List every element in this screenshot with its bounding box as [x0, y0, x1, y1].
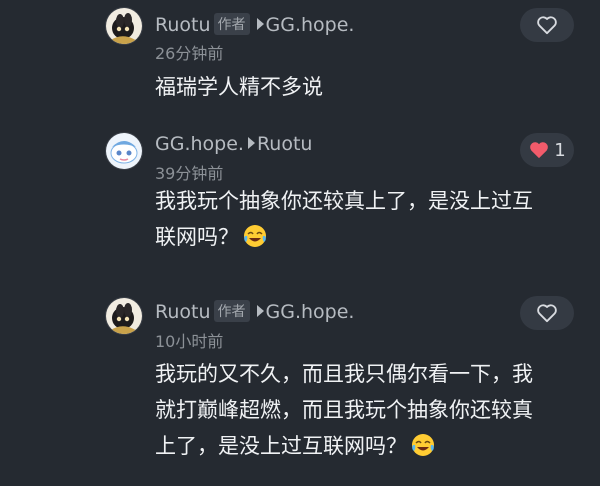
comment-header: Ruotu 作者 GG.hope.: [155, 300, 354, 323]
comment-text-line: 联网吗？: [155, 225, 239, 249]
reply-to-name[interactable]: Ruotu: [257, 133, 313, 155]
like-button[interactable]: [520, 296, 574, 330]
author-name[interactable]: Ruotu: [155, 14, 211, 36]
comment-time: 10小时前: [155, 332, 224, 351]
heart-outline-icon: [537, 16, 557, 35]
comment-text-line: 我玩的又不久，而且我只偶尔看一下，我: [155, 362, 533, 386]
like-button[interactable]: 1: [520, 133, 574, 167]
comment-header: Ruotu 作者 GG.hope.: [155, 13, 354, 36]
author-name[interactable]: Ruotu: [155, 301, 211, 323]
comment-item: Ruotu 作者 GG.hope. 10小时前 我玩的又不久，而且我只偶尔看一下，我…: [0, 290, 600, 486]
reply-arrow-icon: [247, 137, 255, 149]
comment-text[interactable]: 我我玩个抽象你还较真上了，是没上过互 联网吗？: [155, 183, 585, 255]
comment-item: Ruotu 作者 GG.hope. 26分钟前 福瑞学人精不多说: [0, 0, 600, 110]
comment-text[interactable]: 福瑞学人精不多说: [155, 69, 585, 105]
comment-header: GG.hope. Ruotu: [155, 133, 312, 155]
laugh-cry-emoji-icon: [412, 434, 434, 456]
comment-text[interactable]: 我玩的又不久，而且我只偶尔看一下，我 就打巅峰超燃，而且我玩个抽象你还较真 上了…: [155, 356, 585, 464]
like-button[interactable]: [520, 8, 574, 42]
comment-text-line: 我我玩个抽象你还较真上了，是没上过互: [155, 189, 533, 213]
heart-outline-icon: [537, 304, 557, 323]
reply-arrow-icon: [256, 305, 264, 317]
author-badge: 作者: [213, 13, 250, 35]
avatar[interactable]: [105, 7, 143, 45]
laugh-cry-emoji-icon: [244, 225, 266, 247]
heart-filled-icon: [530, 142, 549, 159]
avatar[interactable]: [105, 132, 143, 170]
comment-text-line: 就打巅峰超燃，而且我玩个抽象你还较真: [155, 398, 533, 422]
like-count: 1: [554, 139, 566, 161]
avatar[interactable]: [105, 297, 143, 335]
comment-time: 39分钟前: [155, 164, 224, 183]
comment-text-line: 福瑞学人精不多说: [155, 75, 323, 99]
reply-arrow-icon: [256, 18, 264, 30]
author-badge: 作者: [213, 300, 250, 322]
comment-time: 26分钟前: [155, 44, 224, 63]
comment-text-line: 上了，是没上过互联网吗？: [155, 434, 407, 458]
reply-to-name[interactable]: GG.hope.: [266, 14, 355, 36]
reply-to-name[interactable]: GG.hope.: [266, 301, 355, 323]
author-name[interactable]: GG.hope.: [155, 133, 244, 155]
comment-item: GG.hope. Ruotu 39分钟前 我我玩个抽象你还较真上了，是没上过互 联…: [0, 125, 600, 285]
